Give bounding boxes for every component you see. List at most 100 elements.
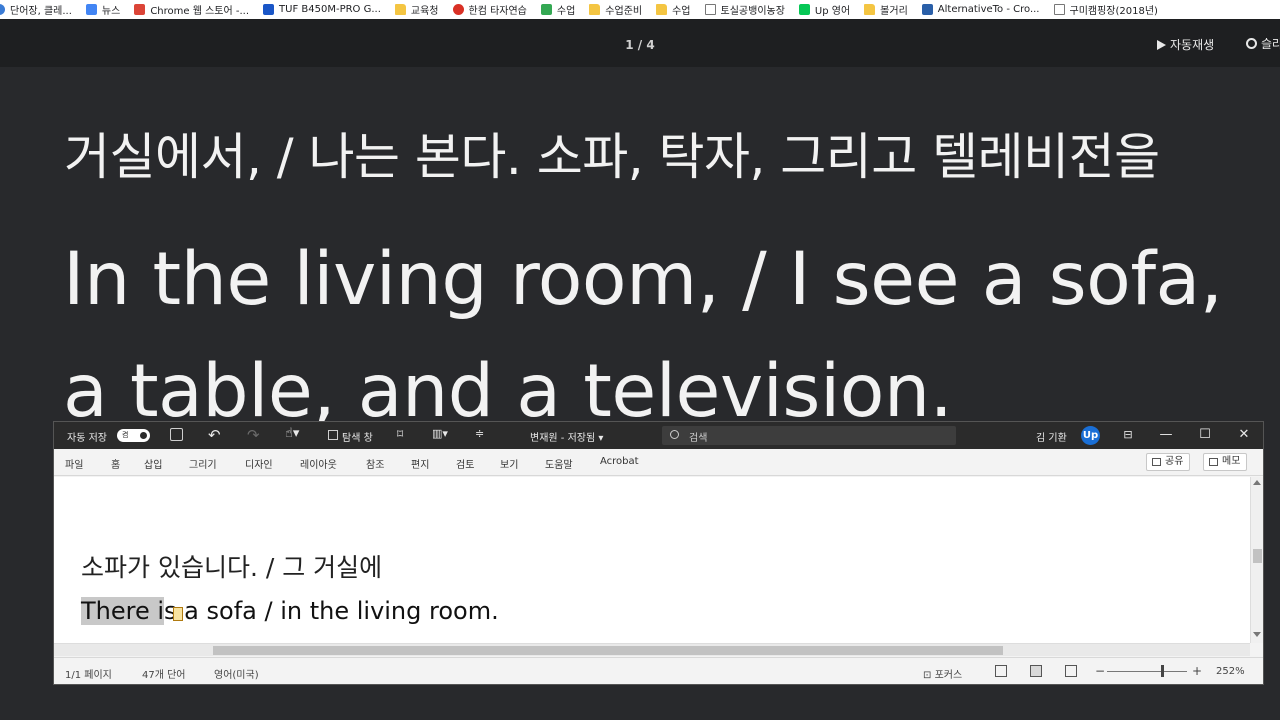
page-icon xyxy=(1053,4,1065,15)
page-counter: 1 / 4 xyxy=(625,38,655,52)
web-layout-icon[interactable] xyxy=(1065,665,1077,677)
ribbon-tab[interactable]: 참조 xyxy=(366,456,384,471)
ribbon-tab[interactable]: Acrobat xyxy=(600,456,639,467)
bookmark-item[interactable]: 뉴스 xyxy=(85,2,121,17)
search-placeholder: 검색 xyxy=(689,433,708,444)
bookmark-label: TUF B450M-PRO G... xyxy=(279,4,381,15)
slide-english-line-1: In the living room, / I see a sofa, xyxy=(63,237,1223,322)
folder-icon xyxy=(589,4,601,15)
bookmark-item[interactable]: Chrome 웹 스토어 -... xyxy=(134,2,249,17)
slide-settings-label: 슬라 xyxy=(1261,37,1280,51)
status-language[interactable]: 영어(미국) xyxy=(214,666,259,681)
bookmark-item[interactable]: 교육청 xyxy=(394,2,439,17)
autosave-state: 켬 xyxy=(122,431,129,439)
read-mode-icon[interactable] xyxy=(995,665,1007,677)
status-bar: 1/1 페이지 47개 단어 영어(미국) ⊡ 포커스 − + 252% xyxy=(54,657,1263,684)
ribbon-tab[interactable]: 디자인 xyxy=(245,456,273,471)
bookmark-item[interactable]: 단어장, 클레... xyxy=(0,2,72,17)
gear-icon xyxy=(1246,38,1257,49)
document-title[interactable]: 변재원 - 저장됨 ▾ xyxy=(530,429,603,444)
close-button[interactable]: ✕ xyxy=(1234,425,1254,445)
autosave-toggle[interactable]: 켬 xyxy=(117,429,150,442)
ribbon-tab[interactable]: 보기 xyxy=(500,456,518,471)
ribbon-tab[interactable]: 도움말 xyxy=(545,456,573,471)
ribbon-tab[interactable]: 레이아웃 xyxy=(300,456,337,471)
autoplay-button[interactable]: 자동재생 xyxy=(1157,36,1214,53)
viewer-toolbar: 1 / 4 자동재생 슬라 xyxy=(0,19,1280,67)
bookmark-label: Chrome 웹 스토어 -... xyxy=(150,6,250,17)
bookmark-label: 토실공뱅이농장 xyxy=(720,6,785,17)
ribbon-tab[interactable]: 그리기 xyxy=(189,456,217,471)
autosave-label: 자동 저장 xyxy=(67,433,107,444)
ribbon-tab[interactable]: 검토 xyxy=(456,456,474,471)
ribbon-tab[interactable]: 파일 xyxy=(65,456,83,471)
line-icon xyxy=(798,4,810,15)
avatar[interactable]: Up xyxy=(1081,426,1100,445)
asus-icon xyxy=(263,4,275,15)
print-layout-icon[interactable] xyxy=(1030,665,1042,677)
bookmark-item[interactable]: 볼거리 xyxy=(864,2,908,17)
columns-icon[interactable]: ▥▾ xyxy=(432,427,448,440)
share-button[interactable]: 공유 xyxy=(1146,453,1191,471)
bookmark-label: 수업 xyxy=(556,6,576,17)
bookmark-item[interactable]: Up 영어 xyxy=(798,2,850,17)
memo-button[interactable]: 메모 xyxy=(1203,453,1248,471)
bookmark-label: 뉴스 xyxy=(101,6,121,17)
ribbon-tab[interactable]: 삽입 xyxy=(144,456,162,471)
toggle-knob xyxy=(140,432,147,439)
mouse-cursor-icon xyxy=(173,607,183,621)
scroll-up-icon[interactable] xyxy=(1253,480,1261,485)
autoplay-label: 자동재생 xyxy=(1170,38,1215,52)
bookmark-item[interactable]: 수업준비 xyxy=(589,2,642,17)
zoom-out-button[interactable]: − xyxy=(1095,664,1105,678)
status-page[interactable]: 1/1 페이지 xyxy=(65,666,112,681)
zoom-in-button[interactable]: + xyxy=(1192,664,1202,678)
text-selection: There i xyxy=(81,597,165,625)
bookmark-label: 단어장, 클레... xyxy=(10,6,72,17)
scroll-down-icon[interactable] xyxy=(1253,632,1261,637)
bookmark-label: 한컴 타자연습 xyxy=(468,6,527,17)
document-page[interactable]: 소파가 있습니다. / 그 거실에 There is a sofa / in t… xyxy=(54,477,1250,643)
folder-icon xyxy=(656,4,668,15)
zoom-level[interactable]: 252% xyxy=(1216,666,1245,677)
play-icon xyxy=(1157,39,1166,50)
bookmark-item[interactable]: 수업 xyxy=(656,2,691,17)
undo-icon[interactable]: ↶ xyxy=(208,426,221,444)
focus-button[interactable]: ⊡ 포커스 xyxy=(923,666,962,681)
save-icon[interactable] xyxy=(170,428,183,441)
maximize-button[interactable]: ☐ xyxy=(1195,425,1215,445)
horizontal-scrollbar[interactable] xyxy=(54,643,1250,656)
zoom-slider[interactable] xyxy=(1107,671,1187,672)
bookmark-item[interactable]: AlternativeTo - Cro... xyxy=(921,4,1040,15)
vertical-scrollbar[interactable] xyxy=(1250,477,1263,643)
nav-pane-checkbox[interactable] xyxy=(328,430,338,440)
alternativeto-icon xyxy=(921,4,933,15)
bookmark-item[interactable]: 한컴 타자연습 xyxy=(452,2,527,17)
zoom-slider-thumb[interactable] xyxy=(1161,665,1164,677)
slide-settings-button[interactable]: 슬라 xyxy=(1246,35,1280,52)
bookmark-icon[interactable]: ⌑ xyxy=(397,427,403,441)
touch-mode-icon[interactable]: ☝▾ xyxy=(285,426,299,441)
vertical-scroll-thumb[interactable] xyxy=(1253,549,1262,563)
search-box[interactable]: 검색 xyxy=(662,426,956,445)
redo-icon[interactable]: ↷ xyxy=(247,426,260,444)
news-icon xyxy=(85,4,97,15)
horizontal-scroll-thumb[interactable] xyxy=(213,646,1003,655)
bookmark-item[interactable]: 수업 xyxy=(540,2,576,17)
bookmark-label: 구미캠핑장(2018년) xyxy=(1069,6,1158,17)
bookmark-item[interactable]: 구미캠핑장(2018년) xyxy=(1053,2,1158,17)
ribbon-tab[interactable]: 편지 xyxy=(411,456,429,471)
customize-toolbar-icon[interactable]: ≑ xyxy=(475,427,484,440)
document-english-line: There is a sofa / in the living room. xyxy=(81,597,499,625)
ribbon-display-icon[interactable]: ⊟ xyxy=(1118,425,1138,445)
chrome-store-icon xyxy=(134,4,146,15)
minimize-button[interactable]: — xyxy=(1156,425,1176,445)
ribbon-tab[interactable]: 홈 xyxy=(111,456,120,471)
bookmark-item[interactable]: 토실공뱅이농장 xyxy=(704,2,785,17)
word-title-bar: 자동 저장 켬 ↶ ↷ ☝▾ 탐색 창 ⌑ ▥▾ ≑ 변재원 - 저장됨 ▾ 검… xyxy=(54,422,1263,449)
status-word-count[interactable]: 47개 단어 xyxy=(142,666,186,681)
document-korean-line: 소파가 있습니다. / 그 거실에 xyxy=(81,553,383,582)
bookmark-item[interactable]: TUF B450M-PRO G... xyxy=(263,4,381,15)
hancom-icon xyxy=(452,4,464,15)
bookmark-label: 수업 xyxy=(672,6,691,17)
